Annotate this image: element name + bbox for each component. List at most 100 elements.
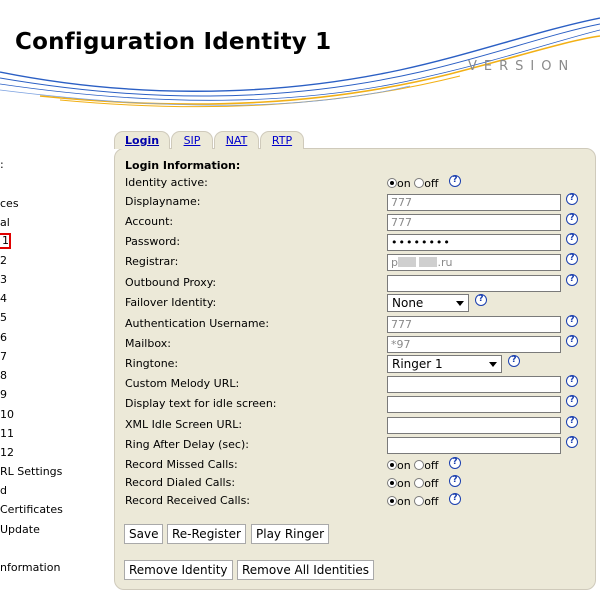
ringtone-selected-value: Ringer 1 bbox=[392, 357, 443, 371]
help-icon[interactable]: ? bbox=[566, 213, 578, 225]
sidebar-item-identity-7[interactable]: 7 bbox=[0, 350, 7, 363]
registrar-value-start: p bbox=[391, 256, 398, 269]
help-icon[interactable]: ? bbox=[475, 294, 487, 306]
sidebar-item-identity-8[interactable]: 8 bbox=[0, 369, 7, 382]
help-icon[interactable]: ? bbox=[566, 436, 578, 448]
sidebar-item-update[interactable]: Update bbox=[0, 523, 40, 536]
mailbox-label: Mailbox: bbox=[125, 337, 171, 350]
sidebar-item-identity-1-selected[interactable]: 1 bbox=[0, 233, 11, 249]
chevron-down-icon bbox=[489, 362, 497, 367]
ringtone-select[interactable]: Ringer 1 bbox=[387, 355, 502, 373]
tab-nat[interactable]: NAT bbox=[214, 131, 259, 149]
registrar-value-end: .ru bbox=[437, 256, 453, 269]
identity-active-off-radio[interactable] bbox=[414, 178, 425, 188]
redacted-block bbox=[419, 257, 438, 267]
version-label: VERSION bbox=[468, 59, 576, 74]
failover-identity-select[interactable]: None bbox=[387, 294, 469, 312]
ringtone-label: Ringtone: bbox=[125, 357, 179, 370]
sidebar-item-services[interactable]: ces bbox=[0, 197, 19, 210]
record-received-off-radio[interactable] bbox=[414, 496, 425, 506]
custom-melody-url-input[interactable] bbox=[387, 376, 561, 393]
radio-off-label: off bbox=[424, 495, 439, 508]
failover-identity-label: Failover Identity: bbox=[125, 296, 217, 309]
sidebar-item-identity-6[interactable]: 6 bbox=[0, 331, 7, 344]
play-ringer-button[interactable]: Play Ringer bbox=[251, 524, 330, 544]
password-input[interactable]: •••••••• bbox=[387, 234, 561, 251]
radio-off-label: off bbox=[424, 177, 439, 190]
remove-all-identities-button[interactable]: Remove All Identities bbox=[237, 560, 375, 580]
radio-on-label: on bbox=[397, 477, 411, 490]
xml-idle-screen-url-label: XML Idle Screen URL: bbox=[125, 418, 243, 431]
sidebar-item-identity-9[interactable]: 9 bbox=[0, 388, 7, 401]
mailbox-input[interactable]: *97 bbox=[387, 336, 561, 353]
help-icon[interactable]: ? bbox=[566, 375, 578, 387]
sidebar-item-identity-12[interactable]: 12 bbox=[0, 446, 14, 459]
sidebar-item-general[interactable]: al bbox=[0, 216, 10, 229]
sidebar-nav: : ces al 1 2 3 4 5 6 7 8 9 10 11 12 RL S… bbox=[0, 140, 98, 600]
record-received-calls-radio-group: on off bbox=[387, 495, 439, 508]
xml-idle-screen-url-input[interactable] bbox=[387, 417, 561, 434]
sidebar-item-identity-5[interactable]: 5 bbox=[0, 311, 7, 324]
record-received-calls-label: Record Received Calls: bbox=[125, 494, 251, 507]
help-icon[interactable]: ? bbox=[566, 335, 578, 347]
help-icon[interactable]: ? bbox=[449, 493, 461, 505]
help-icon[interactable]: ? bbox=[566, 193, 578, 205]
tab-login[interactable]: Login bbox=[114, 131, 170, 149]
tab-rtp[interactable]: RTP bbox=[260, 131, 304, 149]
auth-username-input[interactable]: 777 bbox=[387, 316, 561, 333]
record-received-on-radio[interactable] bbox=[387, 496, 397, 506]
section-title-login-information: Login Information: bbox=[125, 159, 241, 172]
identity-active-label: Identity active: bbox=[125, 176, 208, 189]
sidebar-item-identity-2[interactable]: 2 bbox=[0, 254, 7, 267]
help-icon[interactable]: ? bbox=[449, 475, 461, 487]
ring-after-delay-input[interactable] bbox=[387, 437, 561, 454]
outbound-proxy-label: Outbound Proxy: bbox=[125, 276, 217, 289]
radio-on-label: on bbox=[397, 177, 411, 190]
help-icon[interactable]: ? bbox=[566, 253, 578, 265]
help-icon[interactable]: ? bbox=[449, 457, 461, 469]
account-input[interactable]: 777 bbox=[387, 214, 561, 231]
record-dialed-on-radio[interactable] bbox=[387, 478, 397, 488]
sidebar-item-identity-10[interactable]: 10 bbox=[0, 408, 14, 421]
sidebar-item-certificates[interactable]: Certificates bbox=[0, 503, 63, 516]
help-icon[interactable]: ? bbox=[566, 274, 578, 286]
displayname-input[interactable]: 777 bbox=[387, 194, 561, 211]
record-dialed-calls-radio-group: on off bbox=[387, 477, 439, 490]
sidebar-item-identity-11[interactable]: 11 bbox=[0, 427, 14, 440]
chevron-down-icon bbox=[456, 301, 464, 306]
record-missed-off-radio[interactable] bbox=[414, 460, 425, 470]
help-icon[interactable]: ? bbox=[566, 233, 578, 245]
save-button[interactable]: Save bbox=[124, 524, 164, 544]
registrar-input[interactable]: p .ru bbox=[387, 254, 561, 271]
help-icon[interactable]: ? bbox=[566, 315, 578, 327]
identity-active-on-radio[interactable] bbox=[387, 178, 397, 188]
sidebar-item-url-settings[interactable]: RL Settings bbox=[0, 465, 62, 478]
page-header: Configuration Identity 1 VERSION bbox=[0, 0, 600, 118]
identity-active-radio-group: on off bbox=[387, 177, 439, 190]
idle-display-text-input[interactable] bbox=[387, 396, 561, 413]
ring-after-delay-label: Ring After Delay (sec): bbox=[125, 438, 249, 451]
sidebar-item-identity-3[interactable]: 3 bbox=[0, 273, 7, 286]
sidebar-item[interactable]: : bbox=[0, 158, 4, 171]
re-register-button[interactable]: Re-Register bbox=[167, 524, 246, 544]
record-missed-on-radio[interactable] bbox=[387, 460, 397, 470]
failover-identity-selected-value: None bbox=[392, 296, 424, 310]
idle-display-text-label: Display text for idle screen: bbox=[125, 397, 277, 410]
redacted-block bbox=[397, 257, 416, 267]
help-icon[interactable]: ? bbox=[449, 175, 461, 187]
help-icon[interactable]: ? bbox=[508, 355, 520, 367]
record-dialed-off-radio[interactable] bbox=[414, 478, 425, 488]
record-missed-calls-radio-group: on off bbox=[387, 459, 439, 472]
sidebar-item-identity-4[interactable]: 4 bbox=[0, 292, 7, 305]
auth-username-label: Authentication Username: bbox=[125, 317, 270, 330]
sidebar-item-d[interactable]: d bbox=[0, 484, 7, 497]
outbound-proxy-input[interactable] bbox=[387, 275, 561, 292]
tab-sip[interactable]: SIP bbox=[171, 131, 213, 149]
remove-identity-button[interactable]: Remove Identity bbox=[124, 560, 233, 580]
record-missed-calls-label: Record Missed Calls: bbox=[125, 458, 238, 471]
help-icon[interactable]: ? bbox=[566, 416, 578, 428]
sidebar-item-information[interactable]: nformation bbox=[0, 561, 60, 574]
radio-off-label: off bbox=[424, 477, 439, 490]
help-icon[interactable]: ? bbox=[566, 395, 578, 407]
radio-on-label: on bbox=[397, 495, 411, 508]
